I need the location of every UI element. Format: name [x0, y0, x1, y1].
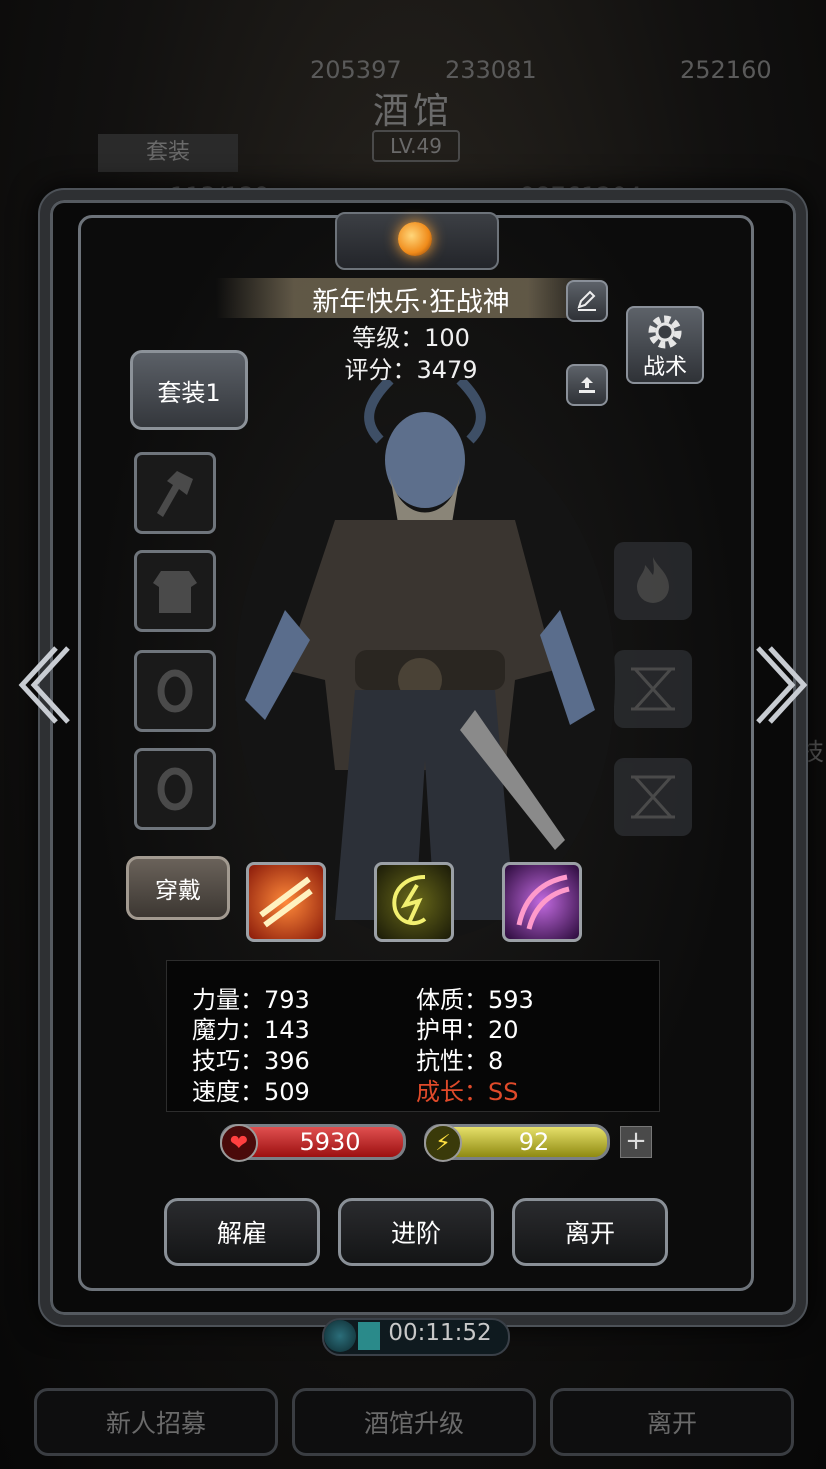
tavern-title: 酒馆	[372, 91, 453, 132]
tavern-upgrade-button[interactable]: 酒馆升级	[292, 1388, 536, 1456]
tactics-button[interactable]: 战术	[626, 306, 704, 384]
hp-value: 5930	[299, 1128, 361, 1156]
bottom-leave-button[interactable]: 离开	[550, 1388, 794, 1456]
armor-icon	[153, 571, 197, 613]
rename-button[interactable]	[566, 280, 608, 322]
tavern-level: LV.49	[372, 130, 460, 162]
axe-icon	[157, 471, 193, 517]
skill-shadow-icon[interactable]	[502, 862, 582, 942]
next-arrow-icon[interactable]	[756, 640, 816, 730]
ring-slot[interactable]	[134, 748, 216, 830]
heart-icon: ❤	[220, 1124, 258, 1162]
ring-icon	[157, 669, 193, 713]
timer-progress	[358, 1322, 380, 1350]
stat-speed: 速度：509	[192, 1078, 310, 1106]
armor-slot[interactable]	[134, 550, 216, 632]
clock-icon	[324, 1320, 356, 1352]
skill-slash-icon[interactable]	[246, 862, 326, 942]
edit-icon	[577, 290, 596, 311]
resource-count: 233081	[445, 56, 537, 84]
stat-growth: 成长：SS	[416, 1078, 519, 1106]
hero-name: 新年快乐·狂战神	[312, 287, 510, 318]
recruit-button[interactable]: 新人招募	[34, 1388, 278, 1456]
skill-lightning-icon[interactable]	[374, 862, 454, 942]
resource-count: 252160	[680, 56, 772, 84]
timer-text: 00:11:52	[388, 1320, 492, 1346]
dismiss-button[interactable]: 解雇	[164, 1198, 320, 1266]
add-energy-button[interactable]: +	[620, 1126, 652, 1158]
stat-armor: 护甲：20	[416, 1016, 519, 1044]
outfit-tab[interactable]: 套装	[98, 134, 238, 172]
tactics-label: 战术	[642, 355, 687, 380]
flame-icon	[637, 557, 669, 603]
advance-button[interactable]: 进阶	[338, 1198, 494, 1266]
stat-resistance: 抗性：8	[416, 1047, 504, 1075]
hero-portrait	[235, 380, 615, 940]
stat-skill: 技巧：396	[192, 1047, 310, 1075]
weapon-slot[interactable]	[134, 452, 216, 534]
leave-button[interactable]: 离开	[512, 1198, 668, 1266]
energy-value: 92	[518, 1128, 550, 1156]
moon-emblem-icon	[398, 222, 432, 256]
ring-icon	[157, 767, 193, 811]
lightning-icon: ⚡	[424, 1124, 462, 1162]
stat-magic: 魔力：143	[192, 1016, 310, 1044]
hero-level: 等级：100	[352, 324, 470, 352]
ring-slot[interactable]	[134, 650, 216, 732]
resource-count: 205397	[310, 56, 402, 84]
previous-arrow-icon[interactable]	[10, 640, 70, 730]
wear-button[interactable]: 穿戴	[126, 856, 230, 920]
